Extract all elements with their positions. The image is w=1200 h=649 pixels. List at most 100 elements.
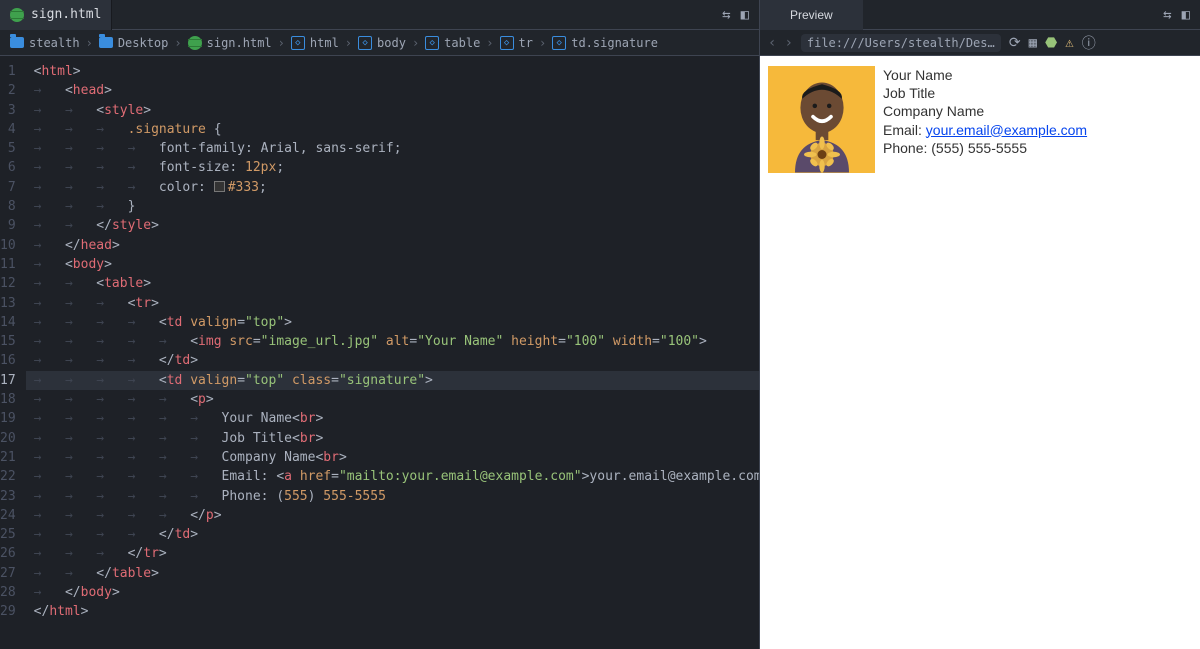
code-line[interactable]: → <head> bbox=[26, 81, 759, 100]
code-line[interactable]: → → → → → → Email: <a href="mailto:your.… bbox=[26, 467, 759, 486]
warning-icon[interactable]: ⚠ bbox=[1065, 35, 1073, 51]
line-number: 27 bbox=[0, 564, 16, 583]
code-line[interactable]: <html> bbox=[26, 62, 759, 81]
code-line[interactable]: → → → → → <p> bbox=[26, 390, 759, 409]
preview-tab-label: Preview bbox=[790, 8, 833, 22]
line-number: 6 bbox=[0, 158, 16, 177]
signature-email-link[interactable]: your.email@example.com bbox=[926, 122, 1087, 138]
code-line[interactable]: → → <style> bbox=[26, 101, 759, 120]
code-line[interactable]: → </body> bbox=[26, 583, 759, 602]
breadcrumb-separator: › bbox=[86, 36, 93, 50]
editor-tab-bar: sign.html ⇆ ◧ bbox=[0, 0, 759, 30]
breadcrumb-separator: › bbox=[345, 36, 352, 50]
tag-icon: ◇ bbox=[425, 36, 439, 50]
grid-icon[interactable]: ▦ bbox=[1029, 35, 1037, 51]
code-line[interactable]: → → <table> bbox=[26, 274, 759, 293]
breadcrumb-label: sign.html bbox=[207, 36, 272, 50]
line-number: 15 bbox=[0, 332, 16, 351]
nav-forward-icon[interactable]: › bbox=[784, 35, 792, 51]
folder-icon bbox=[99, 37, 113, 48]
code-line[interactable]: → → → </tr> bbox=[26, 544, 759, 563]
split-editor-icon[interactable]: ◧ bbox=[1182, 7, 1190, 23]
breadcrumb-item[interactable]: ◇html bbox=[291, 36, 339, 50]
line-number: 7 bbox=[0, 178, 16, 197]
code-line[interactable]: → </head> bbox=[26, 236, 759, 255]
code-line[interactable]: → → → → <td valign="top"> bbox=[26, 313, 759, 332]
compare-icon[interactable]: ⇆ bbox=[722, 7, 730, 23]
breadcrumb-item[interactable]: Desktop bbox=[99, 36, 169, 50]
color-swatch-icon bbox=[214, 181, 225, 192]
line-number: 28 bbox=[0, 583, 16, 602]
line-number: 13 bbox=[0, 294, 16, 313]
shield-icon[interactable]: ⬣ bbox=[1045, 35, 1057, 51]
code-line[interactable]: → → → → → → Job Title<br> bbox=[26, 429, 759, 448]
split-editor-icon[interactable]: ◧ bbox=[741, 7, 749, 23]
line-number: 3 bbox=[0, 101, 16, 120]
code-line[interactable]: → → → } bbox=[26, 197, 759, 216]
compare-icon[interactable]: ⇆ bbox=[1163, 7, 1171, 23]
url-field[interactable]: file:///Users/stealth/Desktop/sign bbox=[801, 34, 1001, 52]
code-line[interactable]: → → → → font-size: 12px; bbox=[26, 158, 759, 177]
code-line[interactable]: → → → → font-family: Arial, sans-serif; bbox=[26, 139, 759, 158]
breadcrumb-label: tr bbox=[519, 36, 533, 50]
folder-icon bbox=[10, 37, 24, 48]
editor-tab[interactable]: sign.html bbox=[0, 0, 112, 30]
line-number: 9 bbox=[0, 216, 16, 235]
breadcrumb-item[interactable]: ◇body bbox=[358, 36, 406, 50]
line-number: 20 bbox=[0, 429, 16, 448]
signature-text: Your Name Job Title Company Name Email: … bbox=[883, 66, 1087, 639]
signature-phone: (555) 555-5555 bbox=[931, 140, 1027, 156]
line-number: 22 bbox=[0, 467, 16, 486]
preview-tab[interactable]: Preview bbox=[760, 0, 863, 30]
code-line[interactable]: → → → → </td> bbox=[26, 525, 759, 544]
globe-icon bbox=[10, 8, 24, 22]
line-number: 8 bbox=[0, 197, 16, 216]
line-number: 18 bbox=[0, 390, 16, 409]
line-number: 21 bbox=[0, 448, 16, 467]
code-line[interactable]: → → → .signature { bbox=[26, 120, 759, 139]
tag-icon: ◇ bbox=[291, 36, 305, 50]
code-line[interactable]: → → → → </td> bbox=[26, 351, 759, 370]
line-number: 19 bbox=[0, 409, 16, 428]
email-label: Email: bbox=[883, 122, 926, 138]
line-number: 23 bbox=[0, 487, 16, 506]
line-number: 4 bbox=[0, 120, 16, 139]
line-number: 11 bbox=[0, 255, 16, 274]
code-line[interactable]: → → → → <td valign="top" class="signatur… bbox=[26, 371, 759, 390]
code-line[interactable]: → → → → color: #333; bbox=[26, 178, 759, 197]
breadcrumb-separator: › bbox=[278, 36, 285, 50]
info-icon[interactable]: ⓘ bbox=[1082, 33, 1096, 53]
breadcrumb-item[interactable]: ◇td.signature bbox=[552, 36, 658, 50]
line-number-gutter: 1234567891011121314151617181920212223242… bbox=[0, 56, 26, 649]
breadcrumb-item[interactable]: sign.html bbox=[188, 36, 272, 50]
breadcrumb-item[interactable]: ◇table bbox=[425, 36, 480, 50]
breadcrumb-item[interactable]: stealth bbox=[10, 36, 80, 50]
code-line[interactable]: → → → → → → Your Name<br> bbox=[26, 409, 759, 428]
code-line[interactable]: → → → → → <img src="image_url.jpg" alt="… bbox=[26, 332, 759, 351]
line-number: 26 bbox=[0, 544, 16, 563]
code-line[interactable]: → → </style> bbox=[26, 216, 759, 235]
line-number: 29 bbox=[0, 602, 16, 621]
code-line[interactable]: → → → → → → Phone: (555) 555-5555 bbox=[26, 487, 759, 506]
code-line[interactable]: </html> bbox=[26, 602, 759, 621]
breadcrumb-item[interactable]: ◇tr bbox=[500, 36, 533, 50]
code-line[interactable]: → → → → → </p> bbox=[26, 506, 759, 525]
nav-back-icon[interactable]: ‹ bbox=[768, 35, 776, 51]
code-line[interactable]: → → </table> bbox=[26, 564, 759, 583]
preview-webview: Your Name Job Title Company Name Email: … bbox=[760, 56, 1200, 649]
reload-icon[interactable]: ⟳ bbox=[1009, 35, 1021, 51]
code-line[interactable]: → <body> bbox=[26, 255, 759, 274]
line-number: 10 bbox=[0, 236, 16, 255]
code-line[interactable]: → → → <tr> bbox=[26, 294, 759, 313]
line-number: 2 bbox=[0, 81, 16, 100]
app-root: sign.html ⇆ ◧ stealth › Desktop › sign.html ›… bbox=[0, 0, 1200, 649]
breadcrumbs-bar: stealth›Desktop›sign.html›◇html›◇body›◇t… bbox=[0, 30, 759, 56]
code-line[interactable]: → → → → → → Company Name<br> bbox=[26, 448, 759, 467]
preview-toolbar: ‹ › file:///Users/stealth/Desktop/sign ⟳… bbox=[760, 30, 1200, 56]
breadcrumb-label: stealth bbox=[29, 36, 80, 50]
editor-tab-right-icons: ⇆ ◧ bbox=[712, 7, 759, 23]
phone-label: Phone: bbox=[883, 140, 931, 156]
code-area: 1234567891011121314151617181920212223242… bbox=[0, 56, 759, 649]
line-number: 16 bbox=[0, 351, 16, 370]
code-editor[interactable]: <html>→ <head>→ → <style>→ → → .signatur… bbox=[26, 56, 759, 649]
